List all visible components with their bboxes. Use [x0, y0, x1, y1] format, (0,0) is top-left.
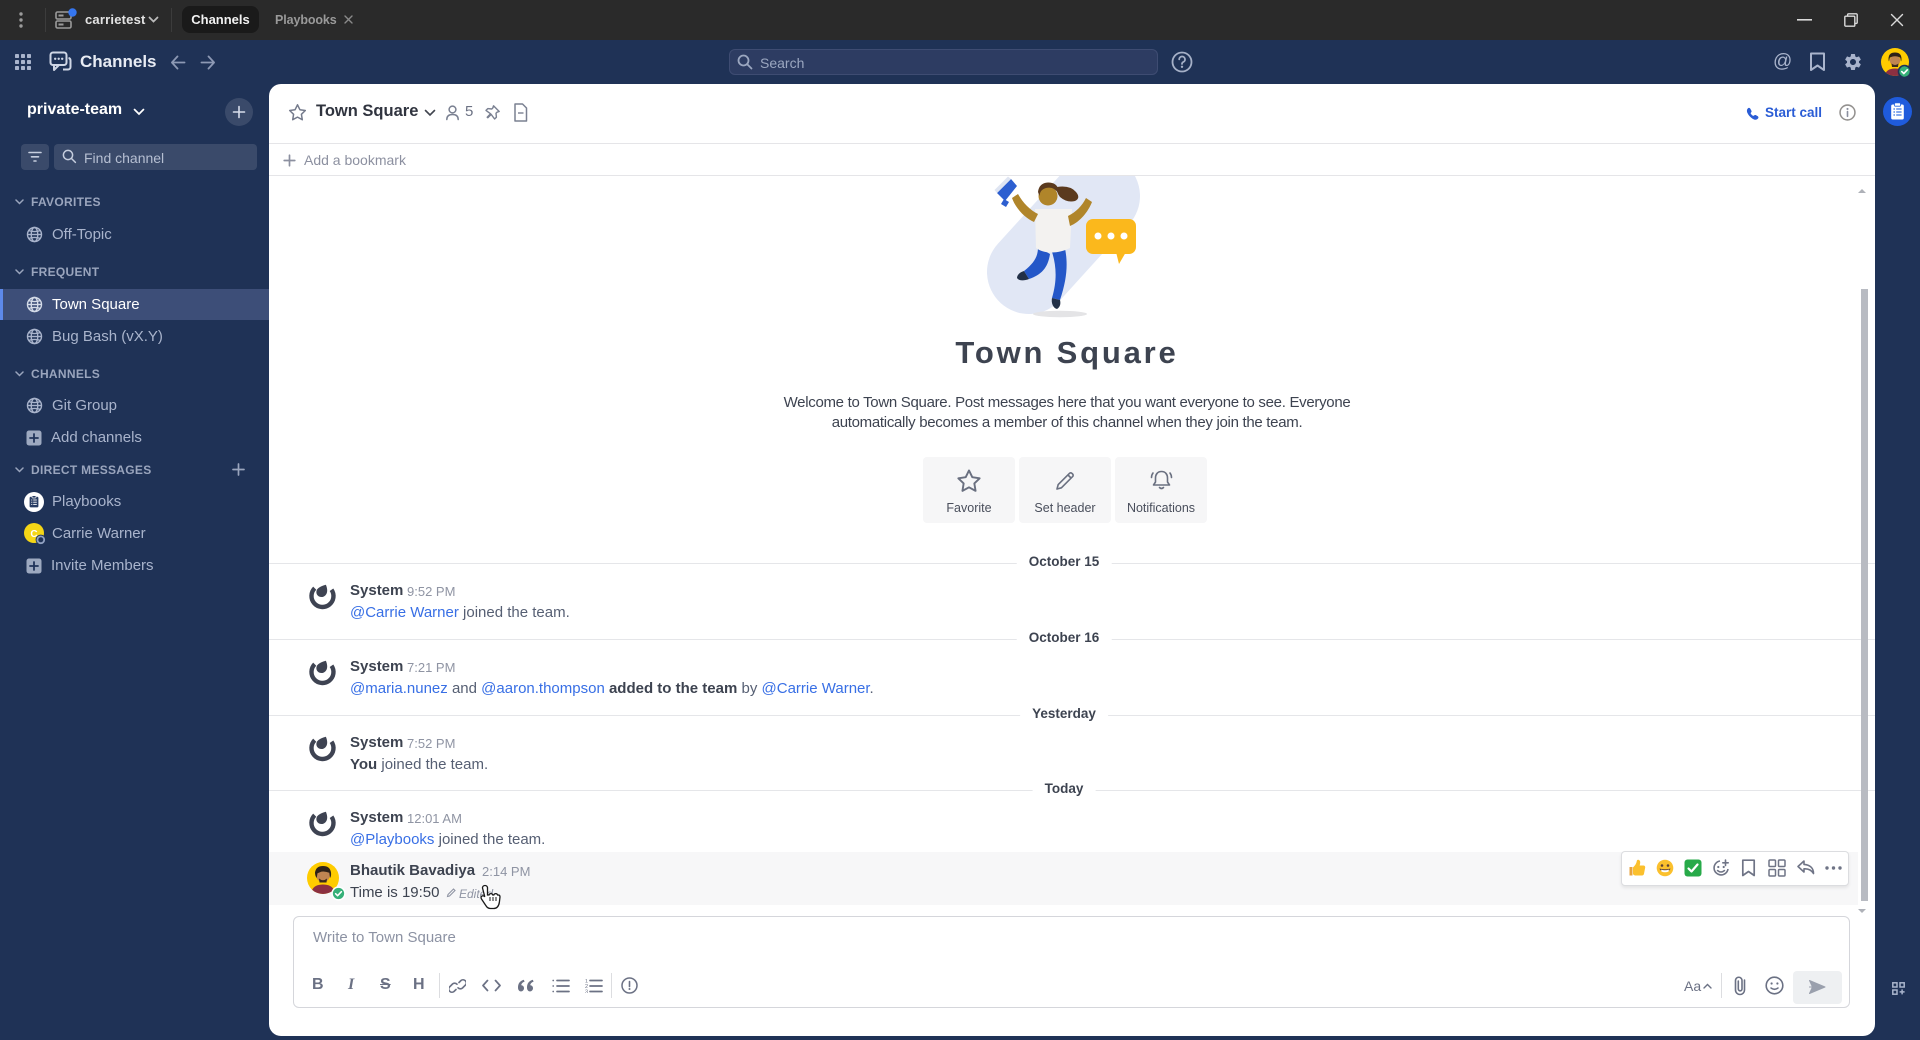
svg-text:3: 3: [585, 989, 588, 993]
